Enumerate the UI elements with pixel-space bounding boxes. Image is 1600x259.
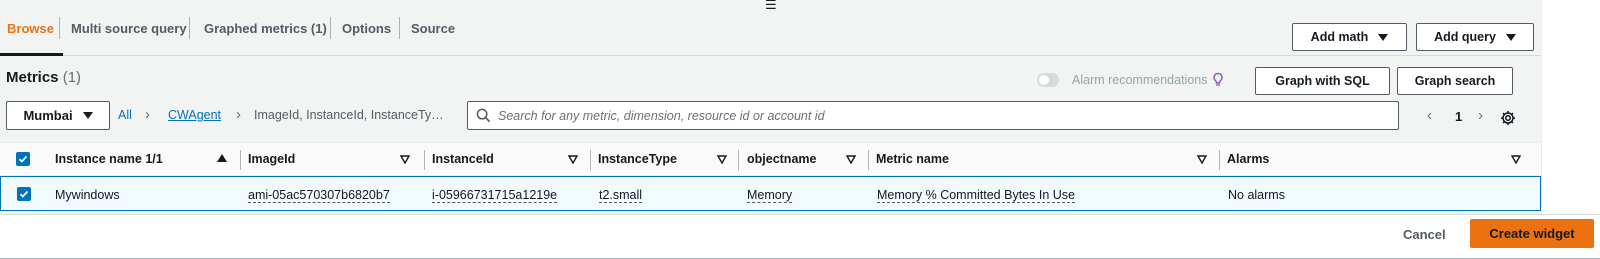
graph-search-label: Graph search <box>1414 74 1496 88</box>
metric-search-box <box>467 101 1399 130</box>
cell-imageid[interactable]: ami-05ac570307b6820b7 <box>248 188 390 203</box>
search-input[interactable] <box>498 106 1378 125</box>
chevron-right-icon: › <box>236 106 241 123</box>
tab-divider <box>189 17 190 39</box>
add-math-label: Add math <box>1310 30 1369 44</box>
alarm-recommendations-toggle[interactable] <box>1037 73 1059 87</box>
tab-bar: Browse Multi source query Graphed metric… <box>0 0 1541 56</box>
column-header-metric-name[interactable]: Metric name <box>876 152 949 166</box>
breadcrumb-dimensions: ImageId, InstanceId, InstanceTy… <box>254 108 444 122</box>
sort-down-icon[interactable] <box>717 155 727 164</box>
lightbulb-icon[interactable] <box>1212 72 1224 88</box>
active-tab-indicator <box>0 53 63 56</box>
chevron-right-icon: › <box>145 106 150 123</box>
graph-search-button[interactable]: Graph search <box>1397 67 1513 95</box>
tab-divider <box>399 17 400 39</box>
row-checkbox[interactable] <box>17 187 31 201</box>
column-divider[interactable] <box>590 150 591 170</box>
metrics-count: (1) <box>62 69 82 86</box>
tab-divider <box>59 17 60 39</box>
table-row[interactable]: Mywindows ami-05ac570307b6820b7 i-059667… <box>0 176 1541 211</box>
add-query-button[interactable]: Add query <box>1416 23 1534 51</box>
add-query-label: Add query <box>1434 30 1496 44</box>
region-select[interactable]: Mumbai <box>6 101 110 130</box>
cell-instancetype[interactable]: t2.small <box>599 188 643 203</box>
column-divider[interactable] <box>868 150 869 170</box>
cell-instanceid[interactable]: i-05966731715a1219e <box>432 188 558 203</box>
cell-metric-name[interactable]: Memory % Committed Bytes In Use <box>877 188 1075 203</box>
sort-down-icon[interactable] <box>846 155 856 164</box>
caret-down-icon <box>1505 33 1516 41</box>
select-all-checkbox[interactable] <box>16 152 30 166</box>
caret-down-icon <box>82 112 93 119</box>
sort-down-icon[interactable] <box>1197 155 1207 164</box>
column-header-instancetype[interactable]: InstanceType <box>598 152 677 166</box>
metrics-heading: Metrics (1) <box>6 69 81 86</box>
next-page-icon[interactable]: › <box>1478 107 1483 124</box>
graph-with-sql-label: Graph with SQL <box>1275 74 1370 88</box>
caret-down-icon <box>1378 33 1389 41</box>
create-widget-button[interactable]: Create widget <box>1470 219 1594 248</box>
breadcrumb-all[interactable]: All <box>118 108 132 122</box>
cancel-button[interactable]: Cancel <box>1403 227 1446 242</box>
cell-alarms: No alarms <box>1228 188 1285 202</box>
search-icon <box>476 108 491 123</box>
column-divider[interactable] <box>738 150 739 170</box>
column-header-instanceid[interactable]: InstanceId <box>432 152 494 166</box>
column-divider[interactable] <box>424 150 425 170</box>
settings-gear-icon[interactable] <box>1500 110 1516 126</box>
sort-down-icon[interactable] <box>400 155 410 164</box>
cell-instance-name: Mywindows <box>55 188 120 202</box>
checkmark-icon <box>19 190 29 198</box>
column-header-instance-name[interactable]: Instance name 1/1 <box>55 152 163 166</box>
sort-down-icon[interactable] <box>1511 155 1521 164</box>
tab-options[interactable]: Options <box>342 20 391 38</box>
metrics-browser-panel: ☰ Browse Multi source query Graphed metr… <box>0 0 1541 214</box>
add-math-button[interactable]: Add math <box>1292 23 1407 51</box>
column-header-objectname[interactable]: objectname <box>747 152 816 166</box>
tab-multi-source-query[interactable]: Multi source query <box>71 20 187 38</box>
sort-ascending-icon[interactable] <box>217 154 227 162</box>
column-divider[interactable] <box>1219 150 1220 170</box>
sort-down-icon[interactable] <box>568 155 578 164</box>
column-divider[interactable] <box>240 150 241 170</box>
metrics-title: Metrics <box>6 69 59 86</box>
tab-divider <box>330 17 331 39</box>
vertical-scrollbar[interactable] <box>1541 0 1600 214</box>
column-header-imageid[interactable]: ImageId <box>248 152 295 166</box>
tab-graphed-metrics[interactable]: Graphed metrics (1) <box>204 20 327 38</box>
dialog-footer: Cancel Create widget <box>0 214 1600 259</box>
alarm-recommendations-label: Alarm recommendations <box>1072 73 1208 87</box>
table-header: Instance name 1/1 ImageId InstanceId Ins… <box>0 142 1541 176</box>
tab-browse[interactable]: Browse <box>7 20 54 38</box>
previous-page-icon[interactable]: ‹ <box>1427 107 1432 124</box>
graph-with-sql-button[interactable]: Graph with SQL <box>1255 67 1390 95</box>
region-selected-value: Mumbai <box>23 108 73 123</box>
breadcrumb-namespace[interactable]: CWAgent <box>168 108 221 122</box>
tab-source[interactable]: Source <box>411 20 455 38</box>
checkmark-icon <box>18 155 28 163</box>
current-page-number[interactable]: 1 <box>1455 109 1462 124</box>
column-header-alarms[interactable]: Alarms <box>1227 152 1269 166</box>
create-widget-label: Create widget <box>1489 226 1575 241</box>
cell-objectname[interactable]: Memory <box>747 188 793 203</box>
